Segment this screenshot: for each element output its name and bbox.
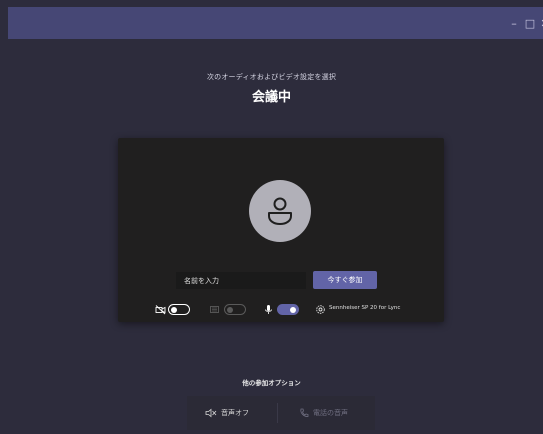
audio-off-label: 音声オフ bbox=[221, 409, 249, 417]
blur-background-icon bbox=[210, 306, 219, 313]
microphone-toggle[interactable] bbox=[277, 304, 299, 315]
person-icon bbox=[268, 197, 292, 225]
title-bar: – □ ✕ bbox=[8, 7, 543, 39]
device-settings-label[interactable]: Sennheiser SP 20 for Lync bbox=[329, 305, 400, 311]
camera-off-icon bbox=[155, 305, 166, 315]
video-preview-panel: 今すぐ参加 Sennheiser SP 20 for Lync bbox=[118, 138, 444, 322]
gear-icon[interactable] bbox=[315, 304, 326, 315]
close-button[interactable]: ✕ bbox=[535, 7, 543, 39]
speaker-off-icon bbox=[205, 408, 217, 418]
microphone-icon bbox=[265, 305, 272, 314]
phone-audio-option: 電話の音声 bbox=[299, 396, 348, 430]
phone-audio-label: 電話の音声 bbox=[313, 409, 348, 417]
avatar bbox=[249, 180, 311, 242]
other-join-options-title: 他の参加オプション bbox=[242, 379, 301, 387]
phone-icon bbox=[300, 408, 309, 417]
other-join-options: 音声オフ 電話の音声 bbox=[187, 396, 375, 430]
divider bbox=[277, 403, 278, 423]
camera-toggle[interactable] bbox=[168, 304, 190, 315]
join-now-button[interactable]: 今すぐ参加 bbox=[313, 271, 377, 289]
name-input[interactable] bbox=[176, 272, 306, 289]
blur-toggle bbox=[224, 304, 246, 315]
settings-instruction: 次のオーディオおよびビデオ設定を選択 bbox=[206, 73, 337, 81]
meeting-title: 会議中 bbox=[251, 90, 291, 105]
audio-off-option[interactable]: 音声オフ bbox=[205, 396, 249, 430]
